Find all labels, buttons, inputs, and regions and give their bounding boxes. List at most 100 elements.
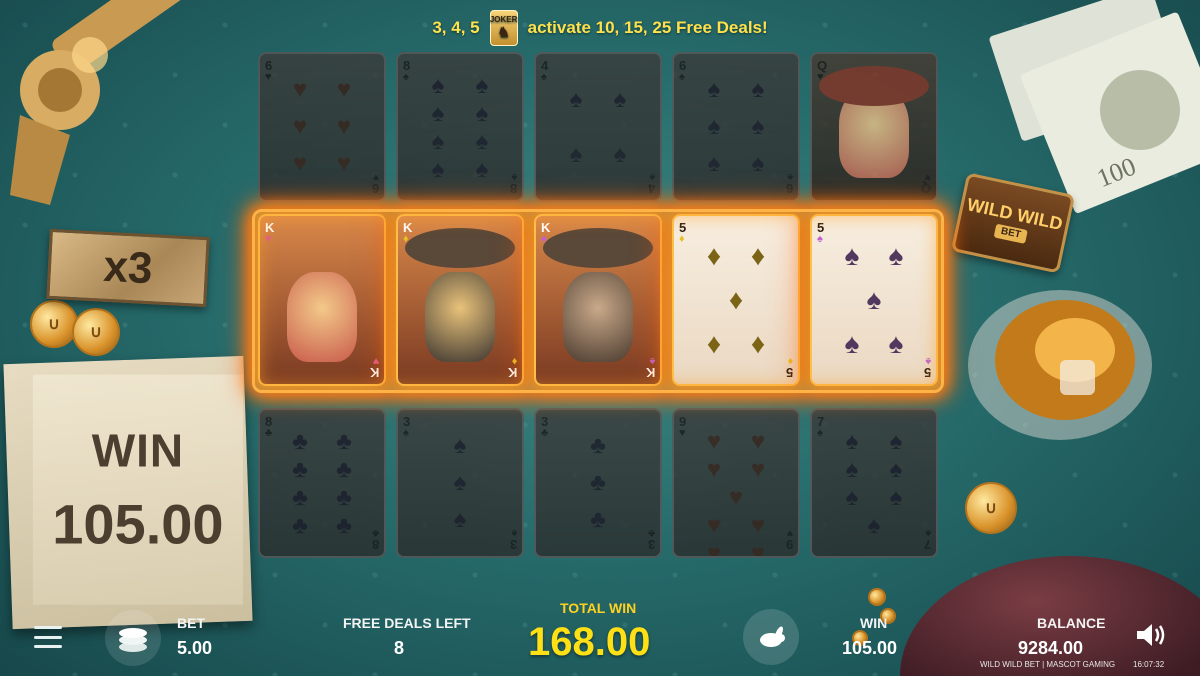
menu-icon-line [34,645,62,648]
card-rank: 6 ♠ [785,171,793,196]
free-deals-banner: 3, 4, 5 JOKER ♞ activate 10, 15, 25 Free… [0,8,1200,48]
card-pips: ♠ ♠ ♠ ♠ [554,72,642,182]
heart-icon: ♥ [336,76,352,104]
menu-button[interactable] [34,626,62,648]
menu-icon-line [34,626,62,629]
card-K-heart: K ♥ K ♥ [258,214,386,386]
spade-icon: ♠ [867,512,881,539]
card-rank: 6 ♥ [371,171,379,196]
spade-icon: ♠ [475,72,489,99]
logo-subtitle: BET [993,223,1028,244]
spade-icon: ♠ [845,428,859,455]
multiplier-plaque: x3 [46,228,210,308]
spade-icon: ♠ [888,328,904,359]
portrait-face [563,272,633,362]
spade-icon: ♠ [569,85,583,113]
card-8-spade: ♠ ♠ ♠ ♠ ♠ ♠ ♠ ♠ 8 ♠ 8 ♠ [396,52,524,202]
spade-icon: ♠ [453,505,467,533]
whiskey-glass-decoration [968,290,1152,440]
card-3-club: ♣ ♣ ♣ 3 ♣ 3 ♣ [534,408,662,558]
card-rank: 8 ♣ [265,414,273,439]
turbo-button[interactable] [743,609,799,665]
card-7-spade: ♠ ♠ ♠ ♠ ♠ ♠ ♠ 7 ♠ 7 ♠ [810,408,938,558]
card-pips: ♠ ♠ ♠ ♠ ♠ ♠ ♠ [830,428,918,539]
falling-coins-decoration [868,588,886,606]
face-card-portrait [260,216,384,384]
face-card-portrait [398,216,522,384]
card-rank: K ♠ [541,220,551,245]
card-5-diamond: ♦ ♦ ♦ ♦ ♦ 5 ♦ 5 ♦ [672,214,800,386]
heart-icon: ♥ [750,456,766,483]
club-icon: ♣ [292,456,308,483]
spade-icon: ♠ [475,156,489,183]
card-4-spade: ♠ ♠ ♠ ♠ 4 ♠ 4 ♠ [534,52,662,202]
cowboy-hat-icon [405,228,515,268]
spade-icon: ♠ [844,240,860,271]
card-grid: ♥ ♥ ♥ ♥ ♥ ♥ 6 ♥ 6 ♥ ♠ ♠ ♠ ♠ ♠ ♠ ♠ ♠ 8 ♠ 8 ♠ ♠ ♠ ♠ ♠ 4 ♠ 4 ♠ ♠ ♠ ♠ ♠ ♠ ♠ 6 ♠ 6 ♠… [252,52,944,582]
scatter-counts: 3, 4, 5 [432,18,480,37]
heart-icon: ♥ [336,149,352,177]
club-icon: ♣ [336,512,352,539]
card-rank: 9 ♥ [679,414,687,439]
card-K-diamond: K ♦ K ♦ [396,214,524,386]
bet-value: 5.00 [177,638,213,658]
card-rank: 8 ♠ [509,171,517,196]
heart-icon: ♥ [706,540,722,558]
diamond-icon: ♦ [706,328,722,359]
cowboy-hat-icon [543,228,653,268]
card-rank: 4 ♠ [541,58,549,83]
balance-label: BALANCE [1037,615,1106,631]
menu-icon-line [34,635,62,639]
club-icon: ♣ [292,484,308,511]
face-card-portrait [812,54,936,200]
bet-coins-button[interactable] [105,610,161,666]
portrait-face [425,272,495,362]
card-rank: 6 ♠ [679,58,687,83]
spade-icon: ♠ [431,156,445,183]
card-pips: ♠ ♠ ♠ ♠ ♠ ♠ [692,72,780,182]
card-5-spade: ♠ ♠ ♠ ♠ ♠ 5 ♠ 5 ♠ [810,214,938,386]
spade-icon: ♠ [431,128,445,155]
heart-icon: ♥ [750,428,766,455]
coin-decoration: ∪ [72,308,120,356]
card-pips: ♣ ♣ ♣ [554,428,642,538]
rabbit-icon [760,626,785,647]
total-win-label: TOTAL WIN [560,600,637,616]
spade-icon: ♠ [889,456,903,483]
face-card-portrait [536,216,660,384]
diamond-icon: ♦ [750,328,766,359]
spade-icon: ♠ [845,456,859,483]
card-rank: 8 ♠ [403,58,411,83]
spade-icon: ♠ [751,112,765,140]
joker-scatter-icon: JOKER ♞ [489,10,518,46]
free-deals-label: FREE DEALS LEFT [343,615,471,631]
heart-icon: ♥ [750,512,766,539]
card-rank: K ♥ [369,355,379,380]
spade-icon: ♠ [475,100,489,127]
card-3-spade: ♠ ♠ ♠ 3 ♠ 3 ♠ [396,408,524,558]
spade-icon: ♠ [569,140,583,168]
bet-label: BET [177,615,205,631]
card-6-heart: ♥ ♥ ♥ ♥ ♥ ♥ 6 ♥ 6 ♥ [258,52,386,202]
heart-icon: ♥ [750,540,766,558]
club-icon: ♣ [336,484,352,511]
free-deals-value: 8 [394,638,405,658]
card-pips: ♥ ♥ ♥ ♥ ♥ ♥ [278,72,366,182]
card-pips: ♦ ♦ ♦ ♦ ♦ [692,234,780,366]
game-footer: WILD WILD BET | MASCOT GAMING [980,660,1116,669]
spade-icon: ♠ [845,484,859,511]
cowboy-hat-icon [819,66,929,106]
total-win-value: 168.00 [528,620,651,664]
spade-icon: ♠ [453,432,467,460]
sound-icon[interactable] [1135,621,1169,649]
card-pips: ♠ ♠ ♠ ♠ ♠ ♠ ♠ ♠ [416,72,504,183]
spade-icon: ♠ [707,149,721,177]
card-rank: Q ♥ [817,58,828,83]
card-rank: 3 ♠ [403,414,411,439]
coin-decoration: ∪ [30,300,78,348]
spade-icon: ♠ [751,149,765,177]
card-rank: 5 ♦ [679,220,687,245]
card-Q-heart: Q ♥ Q ♥ [810,52,938,202]
spade-icon: ♠ [613,85,627,113]
spade-icon: ♠ [888,240,904,271]
